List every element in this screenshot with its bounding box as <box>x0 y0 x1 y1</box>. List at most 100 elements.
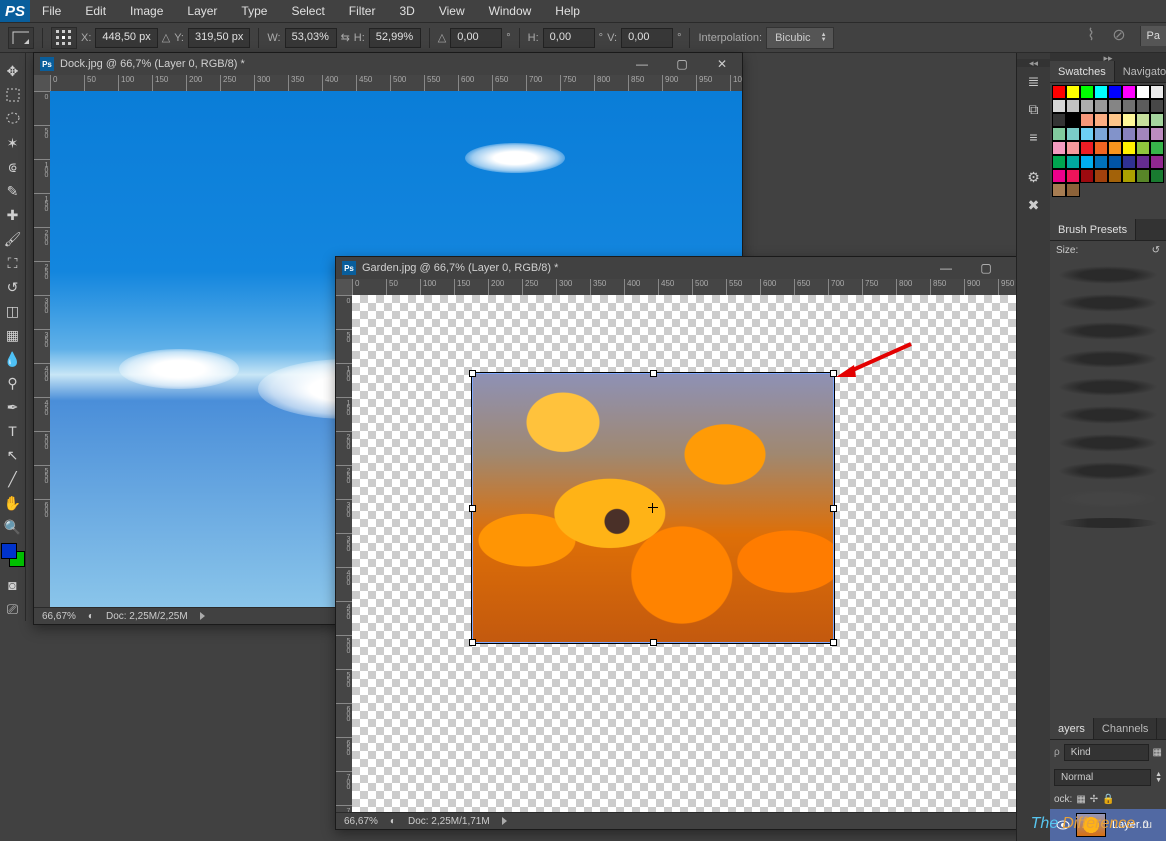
brush-preset[interactable] <box>1058 266 1158 284</box>
swatch[interactable] <box>1108 155 1122 169</box>
brush-preset[interactable] <box>1058 322 1158 340</box>
reset-brush-icon[interactable]: ↺ <box>1152 245 1160 256</box>
handle-bottom-right[interactable] <box>830 639 837 646</box>
kind-dropdown[interactable]: Kind <box>1064 744 1149 761</box>
doc2-canvas[interactable] <box>352 295 1034 812</box>
doc1-zoom[interactable]: 66,67% <box>42 611 76 622</box>
w-field[interactable]: 53,03% <box>285 28 337 48</box>
handle-bottom-left[interactable] <box>469 639 476 646</box>
swatch[interactable] <box>1094 127 1108 141</box>
doc2-profile-icon[interactable]: ◐ <box>390 816 396 827</box>
doc1-profile-icon[interactable]: ◐ <box>88 611 94 622</box>
menu-type[interactable]: Type <box>229 0 279 22</box>
menu-view[interactable]: View <box>427 0 477 22</box>
doc1-ruler-v[interactable]: 050100150200250300350400450500550600 <box>34 91 50 607</box>
path-select-tool-icon[interactable]: ↖ <box>1 443 25 467</box>
x-field[interactable]: 448,50 px <box>95 28 157 48</box>
swatch[interactable] <box>1136 141 1150 155</box>
actions-panel-icon[interactable]: ⧉ <box>1019 95 1049 123</box>
swatch[interactable] <box>1108 141 1122 155</box>
swatch[interactable] <box>1122 85 1136 99</box>
line-tool-icon[interactable]: ╱ <box>1 467 25 491</box>
doc2-docinfo[interactable]: Doc: 2,25M/1,71M <box>408 816 490 827</box>
swatch[interactable] <box>1080 85 1094 99</box>
tool-presets-icon[interactable]: ⚙ <box>1019 163 1049 191</box>
blur-tool-icon[interactable]: 💧 <box>1 347 25 371</box>
swatch[interactable] <box>1122 155 1136 169</box>
swatch[interactable] <box>1094 141 1108 155</box>
swatch[interactable] <box>1136 155 1150 169</box>
shear-v-field[interactable]: 0,00 <box>621 28 673 48</box>
lasso-tool-icon[interactable] <box>1 107 25 131</box>
doc1-docinfo[interactable]: Doc: 2,25M/2,25M <box>106 611 188 622</box>
swatch[interactable] <box>1052 127 1066 141</box>
maximize-button[interactable]: ▢ <box>662 53 702 75</box>
cancel-transform-icon[interactable]: ⊘ <box>1110 26 1128 44</box>
swatch[interactable] <box>1150 85 1164 99</box>
color-picker[interactable] <box>1 543 25 567</box>
menu-file[interactable]: File <box>30 0 73 22</box>
transform-center-icon[interactable] <box>648 503 658 513</box>
brush-preset[interactable] <box>1058 434 1158 452</box>
brush-preset[interactable] <box>1058 350 1158 368</box>
swatch[interactable] <box>1052 85 1066 99</box>
brush-preset[interactable] <box>1058 378 1158 396</box>
swatch[interactable] <box>1136 127 1150 141</box>
swatch[interactable] <box>1108 85 1122 99</box>
interp-dropdown[interactable]: Bicubic ▲▼ <box>766 27 833 49</box>
free-transform-box[interactable] <box>472 373 834 643</box>
menu-filter[interactable]: Filter <box>337 0 388 22</box>
rotate-field[interactable]: 0,00 <box>450 28 502 48</box>
swatch[interactable] <box>1080 155 1094 169</box>
swatch[interactable] <box>1052 99 1066 113</box>
zoom-tool-icon[interactable]: 🔍 <box>1 515 25 539</box>
history-brush-tool-icon[interactable]: ↺ <box>1 275 25 299</box>
swatch[interactable] <box>1150 127 1164 141</box>
doc2-status-arrow-icon[interactable] <box>502 817 507 825</box>
brush-preset[interactable] <box>1058 490 1158 508</box>
swatch[interactable] <box>1150 155 1164 169</box>
swatch[interactable] <box>1122 99 1136 113</box>
gradient-tool-icon[interactable]: ▦ <box>1 323 25 347</box>
menu-edit[interactable]: Edit <box>73 0 118 22</box>
swatch[interactable] <box>1052 183 1066 197</box>
handle-mid-left[interactable] <box>469 505 476 512</box>
eraser-tool-icon[interactable]: ◫ <box>1 299 25 323</box>
doc1-title-bar[interactable]: Ps Dock.jpg @ 66,7% (Layer 0, RGB/8) * —… <box>34 53 742 75</box>
doc2-title-bar[interactable]: Ps Garden.jpg @ 66,7% (Layer 0, RGB/8) *… <box>336 257 1046 279</box>
swatch[interactable] <box>1136 169 1150 183</box>
handle-top-mid[interactable] <box>650 370 657 377</box>
close-button[interactable]: ✕ <box>702 53 742 75</box>
swatch[interactable] <box>1094 113 1108 127</box>
delta-icon[interactable]: △ <box>162 31 170 44</box>
doc1-ruler-h[interactable]: 0501001502002503003504004505005506006507… <box>50 75 742 91</box>
dodge-tool-icon[interactable]: ⚲ <box>1 371 25 395</box>
brush-tool-icon[interactable]: 🖌 <box>1 227 25 251</box>
wand-tool-icon[interactable]: ✶ <box>1 131 25 155</box>
swatch[interactable] <box>1080 99 1094 113</box>
menu-select[interactable]: Select <box>279 0 336 22</box>
stamp-tool-icon[interactable]: ⛶ <box>1 251 25 275</box>
swatch[interactable] <box>1066 183 1080 197</box>
collapse-panels-icon[interactable]: ▸▸ <box>1050 53 1166 61</box>
minimize-button[interactable]: — <box>926 257 966 279</box>
settings-icon[interactable]: ✖ <box>1019 191 1049 219</box>
h-field[interactable]: 52,99% <box>369 28 421 48</box>
swatch[interactable] <box>1052 169 1066 183</box>
screenmode-icon[interactable]: ⎚ <box>1 597 25 621</box>
menu-layer[interactable]: Layer <box>175 0 229 22</box>
y-field[interactable]: 319,50 px <box>188 28 250 48</box>
paths-tab[interactable]: Pa <box>1157 718 1166 739</box>
brush-list[interactable] <box>1050 260 1166 718</box>
swatch[interactable] <box>1052 141 1066 155</box>
lock-all-icon[interactable]: 🔒 <box>1102 794 1114 805</box>
swatch[interactable] <box>1066 113 1080 127</box>
menu-3d[interactable]: 3D <box>387 0 426 22</box>
history-panel-icon[interactable]: ≣ <box>1019 67 1049 95</box>
menu-window[interactable]: Window <box>477 0 544 22</box>
menu-image[interactable]: Image <box>118 0 175 22</box>
expand-dock-icon[interactable]: ◂◂ <box>1017 59 1050 67</box>
swatch[interactable] <box>1080 169 1094 183</box>
swatch[interactable] <box>1150 99 1164 113</box>
swatch[interactable] <box>1066 155 1080 169</box>
